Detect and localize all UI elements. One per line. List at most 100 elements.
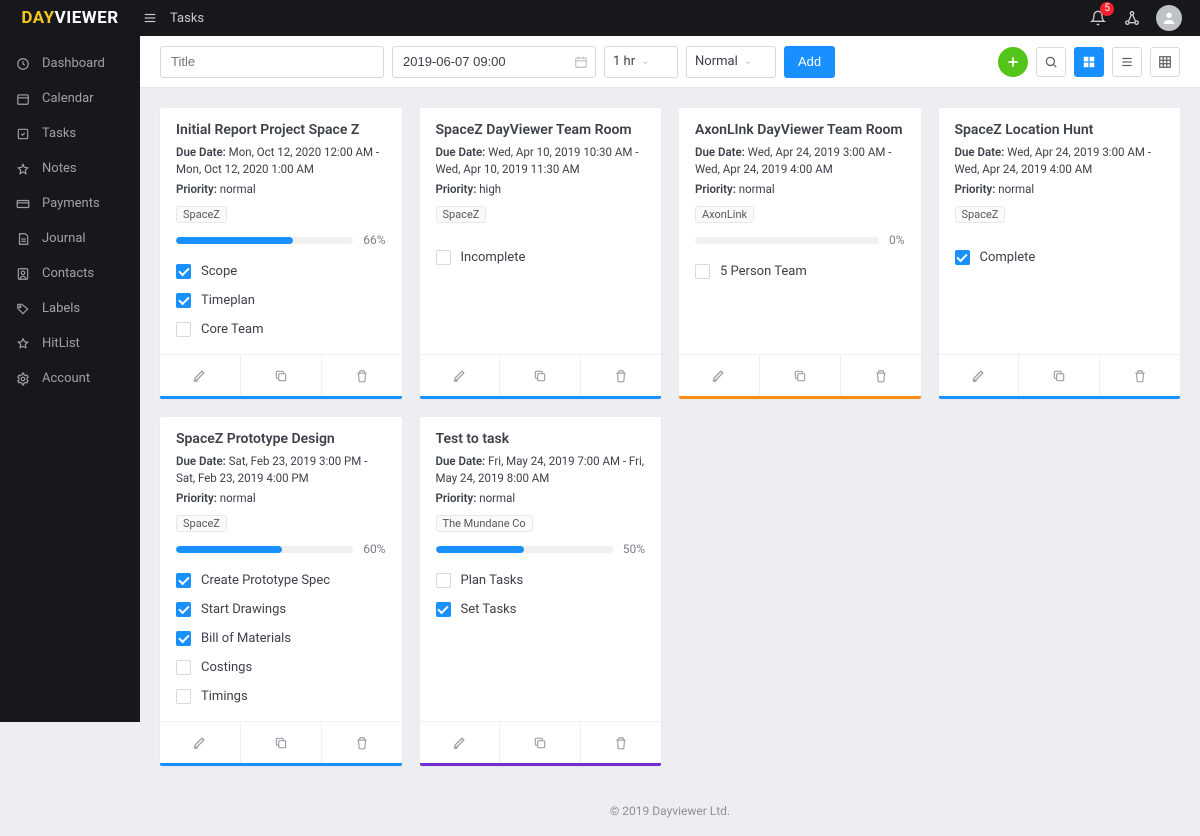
edit-icon[interactable] [420, 722, 500, 763]
card-actions [679, 354, 921, 396]
nav-icon [16, 267, 30, 281]
subtask-checkbox[interactable] [176, 322, 191, 337]
sidebar-item-journal[interactable]: Journal [0, 221, 140, 256]
sidebar-item-tasks[interactable]: Tasks [0, 116, 140, 151]
nav-icon [16, 57, 30, 71]
card-tag[interactable]: The Mundane Co [436, 515, 533, 532]
copy-icon[interactable] [1018, 355, 1099, 396]
subtask-checkbox[interactable] [176, 660, 191, 675]
subtask-checkbox[interactable] [176, 602, 191, 617]
view-table-button[interactable] [1150, 47, 1180, 77]
nav-icon [16, 162, 30, 176]
card-actions [160, 354, 402, 396]
sidebar-item-contacts[interactable]: Contacts [0, 256, 140, 291]
date-input[interactable] [392, 46, 596, 78]
logo-part-b: VIEWER [55, 8, 119, 28]
copy-icon[interactable] [759, 355, 840, 396]
card-tag[interactable]: SpaceZ [436, 206, 487, 223]
duration-select[interactable]: 1 hr⌄ [604, 46, 678, 78]
sidebar-item-calendar[interactable]: Calendar [0, 81, 140, 116]
sidebar-item-hitlist[interactable]: HitList [0, 326, 140, 361]
edit-icon[interactable] [160, 355, 240, 396]
card-tag[interactable]: SpaceZ [955, 206, 1006, 223]
sidebar-item-notes[interactable]: Notes [0, 151, 140, 186]
nav-icon [16, 127, 30, 141]
subtask-row: Costings [176, 653, 386, 682]
nav-label: Calendar [42, 91, 94, 106]
app-logo[interactable]: DAYVIEWER [0, 8, 140, 28]
subtask-row: Plan Tasks [436, 566, 646, 595]
edit-icon[interactable] [420, 355, 500, 396]
priority-select[interactable]: Normal ⌄ [686, 46, 776, 78]
share-icon[interactable] [1122, 8, 1142, 28]
subtask-checkbox[interactable] [436, 573, 451, 588]
copy-icon[interactable] [499, 722, 580, 763]
subtask-row: Set Tasks [436, 595, 646, 624]
card-due: Due Date: Wed, Apr 24, 2019 3:00 AM - We… [695, 144, 905, 177]
edit-icon[interactable] [939, 355, 1019, 396]
nav-label: Account [42, 371, 90, 386]
card-priority: Priority: normal [436, 490, 646, 507]
sidebar-item-labels[interactable]: Labels [0, 291, 140, 326]
avatar[interactable] [1156, 5, 1182, 31]
add-button[interactable]: Add [784, 46, 835, 78]
subtask-row: Scope [176, 257, 386, 286]
priority-value: Normal [695, 54, 738, 69]
new-fab[interactable] [998, 47, 1028, 77]
title-input[interactable] [160, 46, 384, 78]
subtask-checkbox[interactable] [176, 631, 191, 646]
view-list-button[interactable] [1112, 47, 1142, 77]
trash-icon[interactable] [580, 355, 661, 396]
sidebar-item-dashboard[interactable]: Dashboard [0, 46, 140, 81]
task-card: SpaceZ DayViewer Team RoomDue Date: Wed,… [420, 108, 662, 399]
subtask-checkbox[interactable] [176, 293, 191, 308]
progress-percent: 50% [623, 542, 645, 556]
view-grid-button[interactable] [1074, 47, 1104, 77]
subtask-checkbox[interactable] [436, 602, 451, 617]
edit-icon[interactable] [160, 722, 240, 763]
nav-icon [16, 232, 30, 246]
nav-label: Notes [42, 161, 77, 176]
subtask-checkbox[interactable] [176, 689, 191, 704]
copy-icon[interactable] [499, 355, 580, 396]
card-tag[interactable]: SpaceZ [176, 515, 227, 532]
trash-icon[interactable] [321, 722, 402, 763]
task-card: Initial Report Project Space ZDue Date: … [160, 108, 402, 399]
card-due: Due Date: Wed, Apr 24, 2019 3:00 AM - We… [955, 144, 1165, 177]
trash-icon[interactable] [840, 355, 921, 396]
subtask-checkbox[interactable] [695, 264, 710, 279]
subtask-row: Start Drawings [176, 595, 386, 624]
sidebar-item-payments[interactable]: Payments [0, 186, 140, 221]
subtask-row: Complete [955, 243, 1165, 272]
subtask-label: Start Drawings [201, 602, 286, 617]
trash-icon[interactable] [321, 355, 402, 396]
page-title: Tasks [170, 11, 204, 26]
progress-percent: 60% [363, 542, 385, 556]
subtask-checkbox[interactable] [176, 264, 191, 279]
subtask-row: Timeplan [176, 286, 386, 315]
trash-icon[interactable] [580, 722, 661, 763]
edit-icon[interactable] [679, 355, 759, 396]
nav-icon [16, 337, 30, 351]
bell-icon[interactable]: 5 [1088, 8, 1108, 28]
card-priority: Priority: normal [695, 181, 905, 198]
progress-bar [176, 237, 353, 244]
copy-icon[interactable] [240, 355, 321, 396]
duration-value: 1 hr [613, 54, 635, 69]
subtask-label: Incomplete [461, 250, 526, 265]
sidebar-item-account[interactable]: Account [0, 361, 140, 396]
menu-icon[interactable] [140, 8, 160, 28]
card-priority: Priority: normal [176, 490, 386, 507]
trash-icon[interactable] [1099, 355, 1180, 396]
copy-icon[interactable] [240, 722, 321, 763]
subtask-checkbox[interactable] [955, 250, 970, 265]
card-tag[interactable]: AxonLink [695, 206, 754, 223]
subtask-checkbox[interactable] [436, 250, 451, 265]
notif-badge: 5 [1100, 2, 1114, 16]
subtask-label: Plan Tasks [461, 573, 524, 588]
subtask-checkbox[interactable] [176, 573, 191, 588]
search-button[interactable] [1036, 47, 1066, 77]
chevron-down-icon: ⌄ [744, 56, 752, 67]
card-priority: Priority: normal [176, 181, 386, 198]
card-tag[interactable]: SpaceZ [176, 206, 227, 223]
